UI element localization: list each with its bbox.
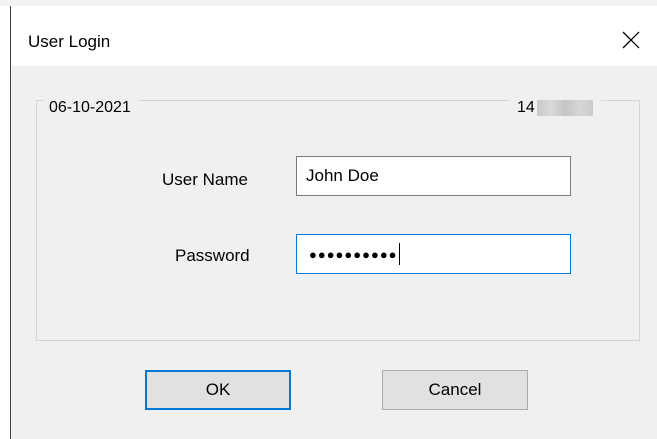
group-date: 06-10-2021 — [43, 99, 139, 117]
login-groupbox — [36, 100, 640, 341]
username-field[interactable]: John Doe — [296, 156, 571, 196]
close-icon — [622, 31, 640, 49]
group-id: 14 — [509, 99, 601, 117]
login-dialog: User Login 06-10-2021 14 User Name John … — [10, 6, 657, 439]
password-label: Password — [175, 246, 250, 265]
close-button[interactable] — [611, 24, 651, 56]
cancel-button[interactable]: Cancel — [382, 370, 528, 410]
ok-button[interactable]: OK — [145, 370, 291, 410]
title-bar: User Login — [11, 6, 657, 66]
password-field[interactable]: ●●●●●●●●●● — [296, 234, 571, 274]
password-masked-value: ●●●●●●●●●● — [309, 246, 398, 262]
text-caret — [398, 243, 400, 265]
redacted-block — [536, 100, 593, 116]
username-label: User Name — [162, 170, 248, 189]
window-title: User Login — [28, 32, 111, 51]
username-value: John Doe — [306, 166, 379, 185]
group-id-prefix: 14 — [517, 99, 535, 116]
